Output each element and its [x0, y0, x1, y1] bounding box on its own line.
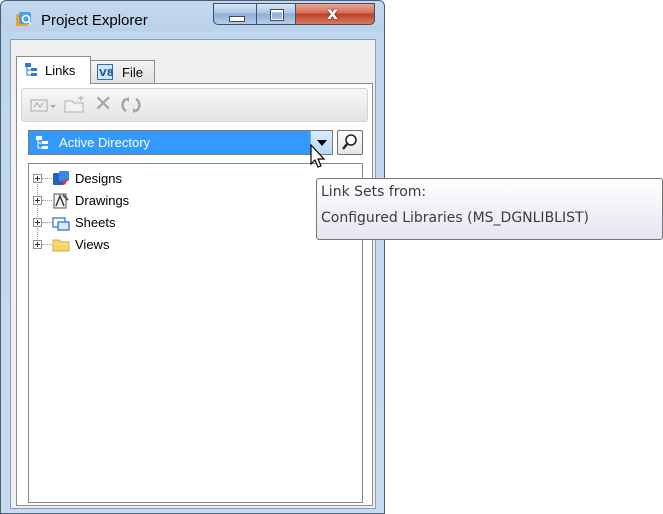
link-set-combobox[interactable]: Active Directory [28, 130, 333, 155]
tree-item-label: Designs [75, 171, 122, 186]
tree-item-designs[interactable]: Designs [29, 168, 329, 190]
links-tree-icon [36, 136, 48, 149]
close-icon: x [327, 4, 338, 24]
expand-icon[interactable] [33, 240, 42, 249]
tree-item-sheets[interactable]: Sheets [29, 212, 329, 234]
drawings-icon [53, 193, 69, 209]
refresh-icon[interactable] [120, 95, 142, 115]
link-set-dropdown-icon[interactable] [30, 96, 58, 114]
tooltip-line-2: Configured Libraries (MS_DGNLIBLIST) [321, 210, 589, 226]
sheets-icon [52, 217, 70, 231]
mouse-pointer-icon [310, 144, 326, 168]
tree-item-label: Sheets [75, 215, 116, 230]
open-folder-icon[interactable] [64, 96, 86, 114]
link-tree: Designs Drawings Sheets Views [28, 163, 363, 503]
caption-buttons: x [213, 3, 375, 27]
expand-icon[interactable] [33, 218, 42, 227]
expand-icon[interactable] [33, 196, 42, 205]
title-bar[interactable]: Project Explorer x [1, 1, 384, 37]
tab-file[interactable]: V8 File [89, 60, 155, 84]
combobox-value: Active Directory [59, 135, 151, 150]
delete-icon[interactable]: ✕ [94, 92, 112, 117]
folder-icon [52, 239, 70, 252]
tab-file-label: File [122, 65, 143, 80]
tooltip: Link Sets from: Configured Libraries (MS… [316, 178, 663, 240]
expand-icon[interactable] [33, 174, 42, 183]
magnifier-icon [342, 134, 357, 150]
minimize-icon [229, 16, 245, 22]
links-tree-icon [25, 63, 37, 76]
designs-icon [53, 171, 69, 185]
minimize-button[interactable] [213, 3, 257, 25]
close-button[interactable]: x [295, 3, 375, 25]
tree-item-drawings[interactable]: Drawings [29, 190, 329, 212]
svg-text:V8: V8 [99, 68, 113, 79]
toolbar: ✕ [21, 88, 368, 122]
project-explorer-window: Project Explorer x V8 File Links ✕ Activ… [0, 0, 385, 514]
tree-item-label: Drawings [75, 193, 130, 208]
search-button[interactable] [337, 130, 363, 155]
maximize-icon [270, 9, 284, 21]
project-explorer-icon [16, 12, 32, 26]
tree-item-views[interactable]: Views [29, 234, 329, 256]
maximize-button[interactable] [256, 3, 296, 25]
v8-file-icon: V8 [97, 64, 113, 80]
tab-links-label: Links [45, 63, 76, 78]
window-title: Project Explorer [41, 12, 148, 29]
tree-item-label: Views [75, 237, 110, 252]
tab-links[interactable]: Links [16, 56, 91, 84]
tooltip-line-1: Link Sets from: [321, 184, 427, 200]
client-area: V8 File Links ✕ Active Directory Designs… [10, 39, 376, 509]
